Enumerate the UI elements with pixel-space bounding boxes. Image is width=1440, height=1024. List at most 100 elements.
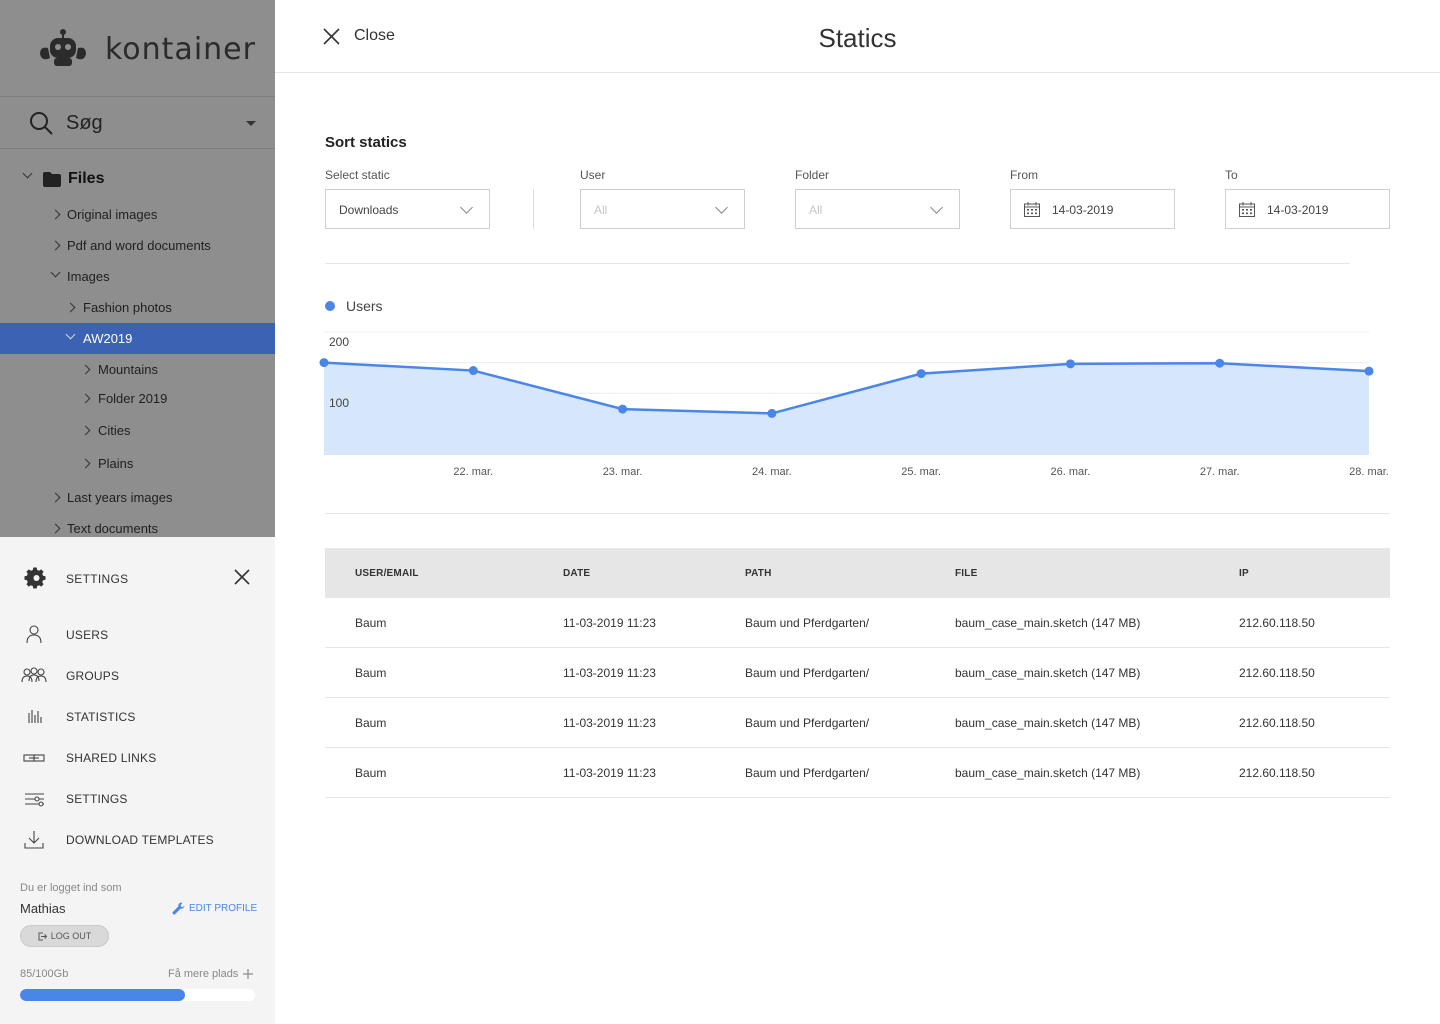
logout-icon <box>38 932 47 940</box>
user-name: Mathias <box>20 901 66 916</box>
gear-icon <box>24 567 46 589</box>
tree-item[interactable]: AW2019 <box>0 323 275 354</box>
table-row[interactable]: Baum 11-03-2019 11:23 Baum und Pferdgarten… <box>325 698 1390 748</box>
x-tick-label: 23. mar. <box>603 466 643 478</box>
chevron-right-icon <box>80 458 91 469</box>
tree-item-label: Original images <box>67 207 158 222</box>
settings-menu-item[interactable]: SHARED LINKS <box>0 742 275 772</box>
legend-dot <box>325 301 335 311</box>
settings-menu-item[interactable]: DOWNLOAD TEMPLATES <box>0 824 275 854</box>
filter-divider <box>533 189 534 229</box>
tree-item[interactable]: Images <box>0 261 275 292</box>
tree-item-label: Mountains <box>98 362 158 377</box>
column-header[interactable]: IP <box>1239 568 1249 579</box>
select-static-label: Select static <box>325 168 390 182</box>
table-cell: 11-03-2019 11:23 <box>563 666 656 680</box>
section-title: Sort statics <box>325 134 407 151</box>
tree-item[interactable]: Cities <box>0 415 275 446</box>
edit-profile-link[interactable]: EDIT PROFILE <box>172 902 257 915</box>
table-cell: Baum <box>355 716 387 730</box>
top-bar: Close Statics <box>275 0 1440 73</box>
data-point[interactable] <box>319 358 329 368</box>
table-row[interactable]: Baum 11-03-2019 11:23 Baum und Pferdgarten… <box>325 598 1390 648</box>
table-cell: 212.60.118.50 <box>1239 666 1315 680</box>
data-point[interactable] <box>916 369 926 379</box>
tree-item-label: Last years images <box>67 490 173 505</box>
to-date-value: 14-03-2019 <box>1267 203 1329 217</box>
to-date-input[interactable]: 14-03-2019 <box>1225 189 1390 229</box>
data-point[interactable] <box>1215 358 1225 368</box>
table-cell: Baum <box>355 766 387 780</box>
column-header[interactable]: FILE <box>955 568 977 579</box>
chevron-right-icon <box>50 523 61 534</box>
tree-item-label: Cities <box>98 423 131 438</box>
table-cell: Baum <box>355 616 387 630</box>
tree-item[interactable]: Original images <box>0 199 275 230</box>
settings-menu-item[interactable]: STATISTICS <box>0 701 275 731</box>
page-title: Statics <box>275 23 1440 54</box>
users-area-chart: 100 200 22. mar. 23. mar. 24. mar. 25. mar. 26… <box>319 331 1389 478</box>
tree-item[interactable]: Fashion photos <box>0 292 275 323</box>
brand-name: kontainer <box>105 32 256 67</box>
select-static-dropdown[interactable]: Downloads <box>325 189 490 229</box>
settings-menu-label: GROUPS <box>66 669 120 683</box>
data-point[interactable] <box>1065 359 1075 369</box>
tree-item[interactable]: Plains <box>0 448 275 479</box>
chevron-down-icon <box>930 201 943 214</box>
settings-menu-item[interactable]: SETTINGS <box>0 783 275 813</box>
settings-header: SETTINGS <box>0 558 275 598</box>
table-cell: baum_case_main.sketch (147 MB) <box>955 766 1141 780</box>
settings-menu-item[interactable]: USERS <box>0 619 275 649</box>
tree-item-label: Folder 2019 <box>98 391 168 406</box>
table-row[interactable]: Baum 11-03-2019 11:23 Baum und Pferdgarten… <box>325 748 1390 798</box>
from-date-input[interactable]: 14-03-2019 <box>1010 189 1175 229</box>
folder-filter-dropdown[interactable]: All <box>795 189 960 229</box>
storage-usage-text: 85/100Gb <box>20 968 69 980</box>
data-point[interactable] <box>1364 366 1374 376</box>
table-cell: 212.60.118.50 <box>1239 766 1315 780</box>
tree-item[interactable]: Folder 2019 <box>0 383 275 414</box>
user-filter-dropdown[interactable]: All <box>580 189 745 229</box>
tree-item[interactable]: Mountains <box>0 354 275 385</box>
table-cell: 11-03-2019 11:23 <box>563 616 656 630</box>
chevron-right-icon <box>80 393 91 404</box>
table-cell: Baum <box>355 666 387 680</box>
settings-menu-item[interactable]: GROUPS <box>0 660 275 690</box>
tree-item[interactable]: Text documents <box>0 513 275 544</box>
logged-in-as-text: Du er logget ind som <box>20 882 122 894</box>
tree-item[interactable]: Last years images <box>0 482 275 513</box>
table-row[interactable]: Baum 11-03-2019 11:23 Baum und Pferdgarten… <box>325 648 1390 698</box>
tree-root-label: Files <box>68 170 105 187</box>
get-more-space-link[interactable]: Få mere plads <box>168 968 254 980</box>
table-cell: Baum und Pferdgarten/ <box>745 766 870 780</box>
storage-progress-fill <box>20 989 185 1001</box>
x-tick-label: 25. mar. <box>901 466 941 478</box>
data-point[interactable] <box>468 366 478 376</box>
folder-icon <box>43 172 61 187</box>
table-cell: Baum und Pferdgarten/ <box>745 616 870 630</box>
settings-menu-label: SHARED LINKS <box>66 751 157 765</box>
plus-icon <box>243 969 254 979</box>
column-header[interactable]: USER/EMAIL <box>355 568 419 579</box>
to-date-label: To <box>1225 168 1238 182</box>
statistics-panel: Close Statics Sort statics Select static… <box>275 0 1440 1024</box>
column-header[interactable]: PATH <box>745 568 772 579</box>
user-filter-value: All <box>594 203 608 217</box>
link-icon <box>23 754 45 762</box>
table-header: USER/EMAIL DATE PATH FILE IP <box>325 548 1390 598</box>
tree-item-label: AW2019 <box>83 331 133 346</box>
storage-progress-bar <box>20 989 255 1001</box>
tree-root-files[interactable]: Files <box>0 163 275 195</box>
folder-filter-value: All <box>809 203 823 217</box>
edit-profile-label: EDIT PROFILE <box>189 903 258 914</box>
tree-item[interactable]: Pdf and word documents <box>0 230 275 261</box>
chevron-down-icon <box>460 201 473 214</box>
search-dropdown[interactable]: Søg <box>0 97 275 149</box>
data-point[interactable] <box>618 404 628 414</box>
chevron-down-icon <box>715 201 728 214</box>
tree-item-label: Fashion photos <box>83 300 172 315</box>
close-settings-icon[interactable] <box>233 568 251 586</box>
column-header[interactable]: DATE <box>563 568 590 579</box>
data-point[interactable] <box>767 408 777 418</box>
logout-button[interactable]: LOG OUT <box>20 925 109 947</box>
